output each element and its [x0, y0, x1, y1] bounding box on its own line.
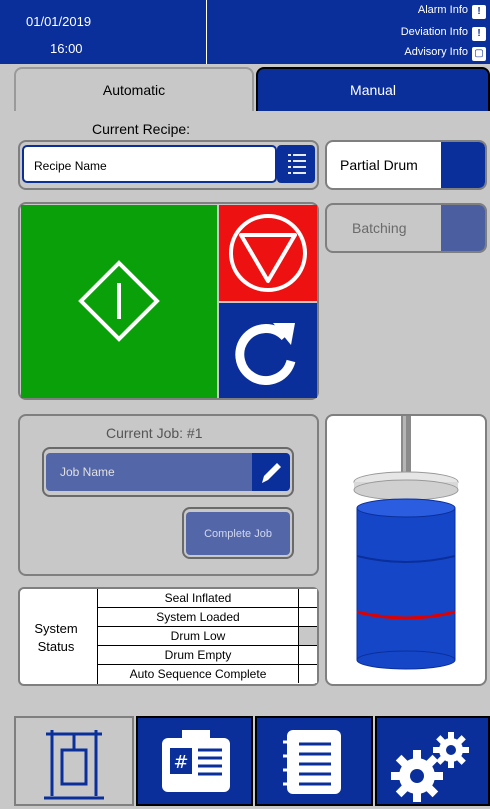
alarm-info-icon[interactable]: !: [472, 5, 486, 19]
system-status-table: Seal Inflated System Loaded Drum Low Dru…: [97, 589, 317, 684]
nav-machine-view[interactable]: [14, 716, 134, 806]
current-recipe-heading: Current Recipe:: [92, 121, 191, 137]
control-panel-icon: #: [162, 730, 230, 792]
tab-manual[interactable]: Manual: [256, 67, 490, 111]
status-row: System Loaded: [97, 608, 317, 627]
header-divider: [206, 0, 207, 64]
batching-switch[interactable]: [441, 205, 485, 251]
pencil-icon: [262, 463, 281, 483]
svg-text:#: #: [173, 752, 188, 773]
status-row: Seal Inflated: [97, 589, 317, 608]
start-diamond-icon: [78, 260, 160, 342]
nav-log-book[interactable]: [255, 716, 373, 806]
nav-control-panel[interactable]: #: [136, 716, 253, 806]
list-icon: [288, 154, 306, 174]
system-status-title-line2: Status: [37, 639, 75, 654]
header-date: 01/01/2019: [26, 14, 92, 29]
advisory-info-icon[interactable]: ▢: [472, 47, 486, 61]
status-indicator: [298, 627, 317, 645]
status-row: Drum Low: [97, 627, 317, 646]
stop-triangle-icon: [229, 214, 307, 292]
status-label: Drum Empty: [164, 648, 232, 662]
tab-automatic[interactable]: Automatic: [14, 67, 254, 111]
advisory-info-link[interactable]: Advisory Info: [404, 46, 468, 58]
drum-illustration-panel: [325, 414, 487, 686]
status-indicator: [298, 589, 317, 607]
status-row: Drum Empty: [97, 646, 317, 665]
status-indicator: [298, 646, 317, 664]
recipe-name-field[interactable]: Recipe Name: [22, 145, 277, 183]
partial-drum-switch[interactable]: [441, 142, 485, 188]
header-time: 16:00: [50, 41, 83, 56]
nav-settings[interactable]: [375, 716, 490, 806]
status-row: Auto Sequence Complete: [97, 665, 317, 684]
stop-button[interactable]: [219, 205, 317, 301]
partial-drum-label: Partial Drum: [340, 157, 418, 173]
status-label: Drum Low: [170, 629, 226, 643]
deviation-info-link[interactable]: Deviation Info: [401, 26, 468, 38]
system-status-title-line1: System: [34, 621, 78, 636]
status-indicator: [298, 608, 317, 626]
batching-label: Batching: [352, 220, 407, 236]
status-label: Auto Sequence Complete: [129, 667, 267, 681]
machine-icon: [44, 730, 104, 800]
status-label: Seal Inflated: [164, 591, 232, 605]
start-button[interactable]: [21, 205, 217, 398]
notebook-icon: [283, 730, 341, 794]
gears-icon: [391, 732, 469, 802]
current-job-heading: Current Job: #1: [106, 425, 203, 441]
reset-arrow-icon: [235, 323, 296, 386]
system-status-title: System Status: [26, 620, 86, 656]
recipe-list-button[interactable]: [277, 145, 315, 183]
reset-button[interactable]: [219, 303, 317, 398]
edit-job-button[interactable]: [252, 453, 290, 491]
deviation-info-icon[interactable]: !: [472, 27, 486, 41]
status-indicator: [298, 665, 317, 683]
complete-job-button[interactable]: Complete Job: [186, 512, 290, 555]
status-label: System Loaded: [156, 610, 240, 624]
alarm-info-link[interactable]: Alarm Info: [418, 4, 468, 16]
drum-icon: [353, 416, 459, 670]
job-name-field[interactable]: Job Name: [46, 453, 252, 491]
